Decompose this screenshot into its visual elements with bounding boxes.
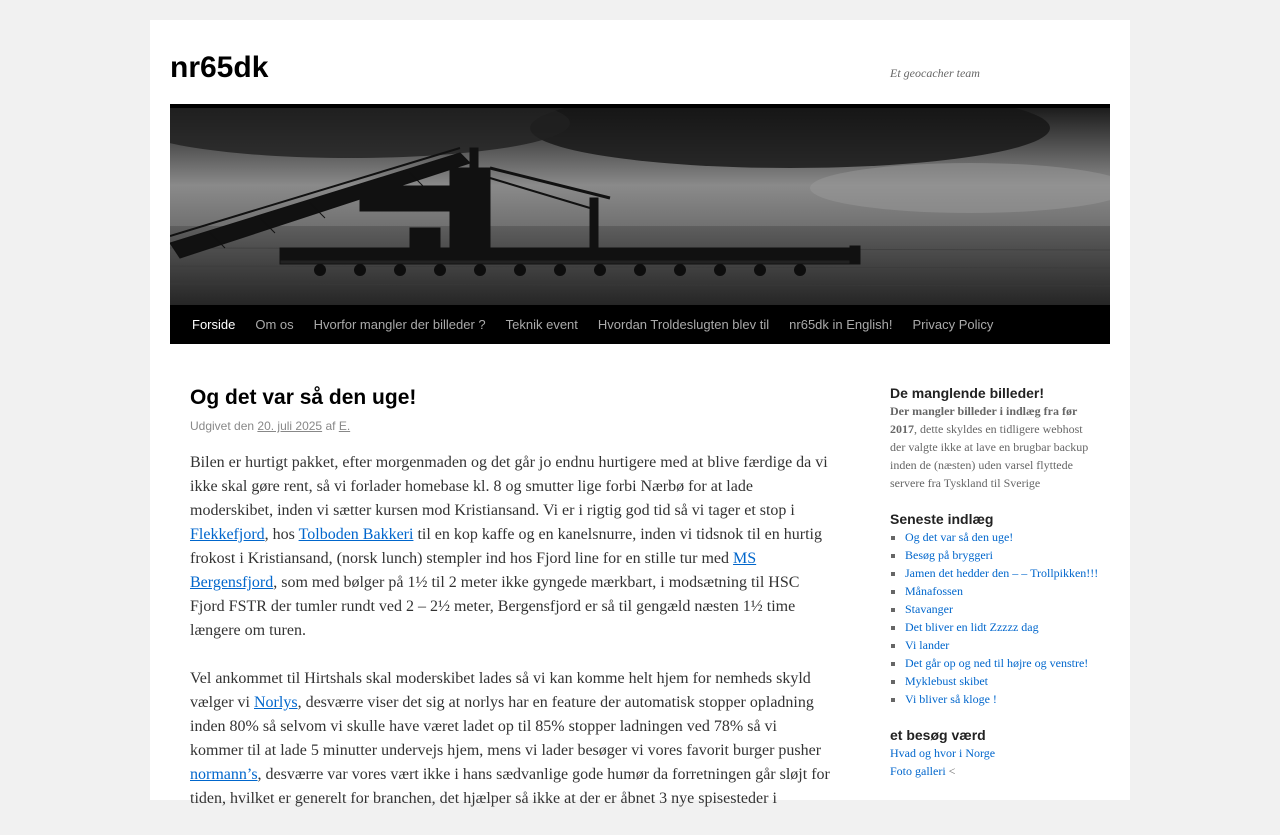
list-item: Jamen det hedder den – – Trollpikken!!! [905, 564, 1100, 582]
recent-post-link[interactable]: Stavanger [905, 602, 953, 616]
post-paragraph-1: Bilen er hurtigt pakket, efter morgenmad… [190, 451, 830, 643]
widget-missing-images: De manglende billeder! Der mangler bille… [890, 384, 1100, 492]
missing-images-text: Der mangler billeder i indlæg fra før 20… [890, 402, 1100, 492]
paragraph-text: , desværre var vores vært ikke i hans sæ… [190, 766, 830, 807]
recent-post-link[interactable]: Vi lander [905, 638, 949, 652]
nav-item-english: nr65dk in English! [779, 305, 902, 344]
post-meta: Udgivet den 20. juli 2025 af E. [190, 417, 830, 435]
recent-post-link[interactable]: Besøg på bryggeri [905, 548, 993, 562]
widget-title-missing: De manglende billeder! [890, 385, 1045, 401]
recent-post-link[interactable]: Månafossen [905, 584, 963, 598]
nav-item-om-os: Om os [245, 305, 303, 344]
list-item: Og det var så den uge! [905, 528, 1100, 546]
widget-worth-visit: et besøg værd Hvad og hvor i Norge Foto … [890, 726, 1100, 780]
link-norlys[interactable]: Norlys [254, 694, 298, 711]
recent-post-link[interactable]: Det bliver en lidt Zzzzz dag [905, 620, 1039, 634]
list-item: Foto galleri < [890, 762, 1100, 780]
link-hvad-og-hvor[interactable]: Hvad og hvor i Norge [890, 746, 995, 760]
recent-post-link[interactable]: Myklebust skibet [905, 674, 988, 688]
nav-link-teknik-event[interactable]: Teknik event [496, 305, 588, 344]
missing-images-rest: , dette skyldes en tidligere webhost der… [890, 422, 1089, 490]
list-item: Vi bliver så kloge ! [905, 690, 1100, 708]
link-foto-galleri[interactable]: Foto galleri [890, 764, 946, 778]
list-item: Myklebust skibet [905, 672, 1100, 690]
widget-recent-posts: Seneste indlæg Og det var så den uge! Be… [890, 510, 1100, 708]
paragraph-text: , hos [264, 526, 299, 543]
post-paragraph-2: Vel ankommet til Hirtshals skal moderski… [190, 667, 830, 811]
nav-item-privacy: Privacy Policy [903, 305, 1004, 344]
list-item: Det går op og ned til højre og venstre! [905, 654, 1100, 672]
recent-post-link[interactable]: Vi bliver så kloge ! [905, 692, 997, 706]
nav-item-hvorfor-mangler: Hvorfor mangler der billeder ? [304, 305, 496, 344]
sidebar: De manglende billeder! Der mangler bille… [890, 384, 1100, 798]
post-author-link[interactable]: E. [339, 419, 350, 433]
list-item: Det bliver en lidt Zzzzz dag [905, 618, 1100, 636]
link-suffix: < [945, 764, 956, 778]
list-item: Besøg på bryggeri [905, 546, 1100, 564]
recent-post-link[interactable]: Og det var så den uge! [905, 530, 1013, 544]
post-date-link[interactable]: 20. juli 2025 [257, 419, 322, 433]
list-item: Stavanger [905, 600, 1100, 618]
recent-post-link[interactable]: Jamen det hedder den – – Trollpikken!!! [905, 566, 1098, 580]
site-title[interactable]: nr65dk [170, 50, 268, 86]
nav-link-english[interactable]: nr65dk in English! [779, 305, 902, 344]
meta-prefix: Udgivet den [190, 419, 255, 433]
list-item: Månafossen [905, 582, 1100, 600]
widget-title-visit: et besøg værd [890, 727, 986, 743]
nav-link-hvorfor-mangler[interactable]: Hvorfor mangler der billeder ? [304, 305, 496, 344]
nav-item-teknik-event: Teknik event [496, 305, 588, 344]
meta-by: af [325, 419, 336, 433]
list-item: Hvad og hvor i Norge [890, 744, 1100, 762]
nav-link-forside[interactable]: Forside [182, 305, 245, 344]
nav-item-forside: Forside [182, 305, 245, 344]
nav-item-troldeslugten: Hvordan Troldeslugten blev til [588, 305, 779, 344]
nav-link-privacy[interactable]: Privacy Policy [903, 305, 1004, 344]
paragraph-text: Bilen er hurtigt pakket, efter morgenmad… [190, 454, 828, 519]
post-title[interactable]: Og det var så den uge! [190, 384, 830, 411]
list-item: Vi lander [905, 636, 1100, 654]
pier-photo [170, 108, 1110, 305]
link-tolboden-bakkeri[interactable]: Tolboden Bakkeri [299, 526, 414, 543]
recent-post-link[interactable]: Det går op og ned til højre og venstre! [905, 656, 1088, 670]
post-body: Bilen er hurtigt pakket, efter morgenmad… [190, 451, 830, 811]
header-image [170, 108, 1110, 305]
link-normanns[interactable]: normann’s [190, 766, 258, 783]
link-flekkefjord[interactable]: Flekkefjord [190, 526, 265, 543]
nav-link-om-os[interactable]: Om os [245, 305, 303, 344]
recent-posts-list: Og det var så den uge! Besøg på bryggeri… [890, 528, 1100, 708]
nav-link-troldeslugten[interactable]: Hvordan Troldeslugten blev til [588, 305, 779, 344]
page-wrapper: nr65dk Et geocacher team Forside Om os H… [150, 20, 1130, 807]
post-content-area: Og det var så den uge! Udgivet den 20. j… [190, 384, 830, 835]
widget-title-recent: Seneste indlæg [890, 511, 994, 527]
visit-links: Hvad og hvor i Norge Foto galleri < [890, 744, 1100, 780]
paragraph-text: , som med bølger på 1½ til 2 meter ikke … [190, 574, 800, 639]
site-description: Et geocacher team [890, 66, 980, 80]
main-navigation: Forside Om os Hvorfor mangler der billed… [170, 305, 1110, 344]
